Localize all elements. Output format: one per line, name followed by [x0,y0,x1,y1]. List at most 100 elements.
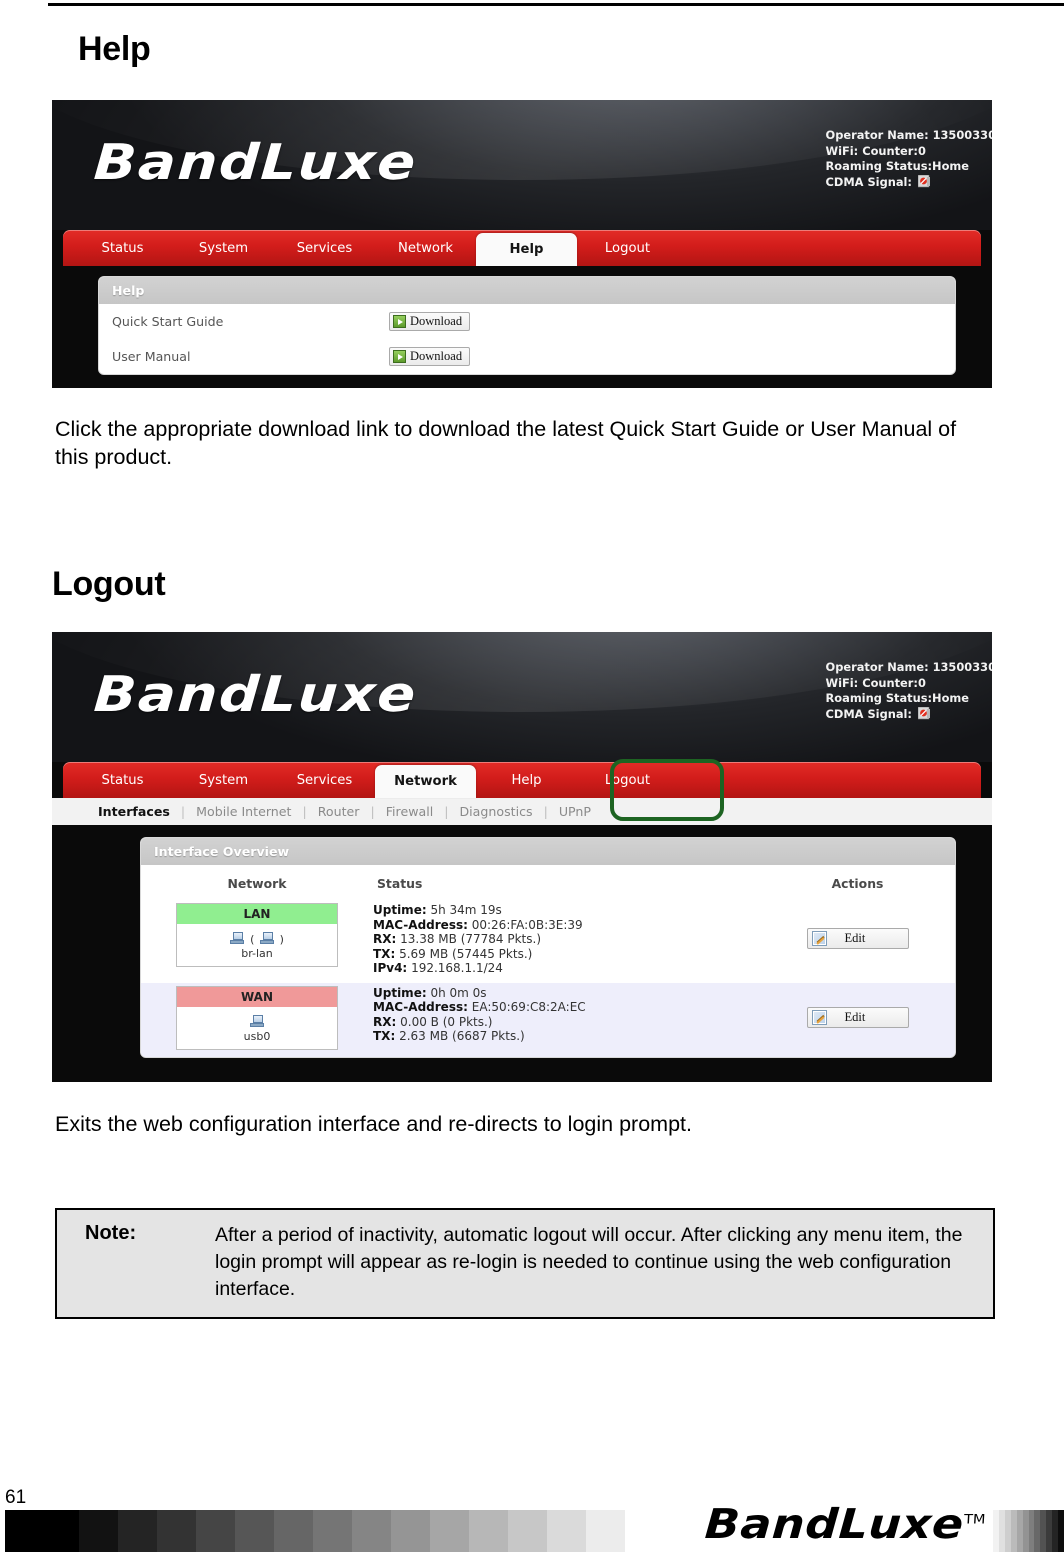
wifi-counter: WiFi: Counter:0 [825,143,926,158]
note-text: After a period of inactivity, automatic … [215,1224,963,1300]
edit-button-label: Edit [844,1009,866,1024]
device-name-wan: usb0 [243,1029,271,1043]
status-value: 5.69 MB (57445 Pkts.) [399,946,533,961]
nav-tab-services[interactable]: Services [274,230,375,266]
page-title-logout: Logout [52,565,166,603]
status-key: MAC-Address: [373,917,468,932]
nav-tab-status[interactable]: Status [72,230,173,266]
status-value: 5h 34m 19s [430,903,502,917]
logout-body-text: Exits the web configuration interface an… [55,1112,692,1136]
status-value: 2.63 MB (6687 Pkts.) [399,1029,525,1043]
pencil-edit-icon [811,1009,827,1025]
ethernet-icon [230,932,245,945]
actions-cell-lan: Edit [760,900,955,983]
page-title-help: Help [78,30,151,68]
interface-panel-outer: Interface Overview Network Status Action… [52,825,992,1076]
table-row: WAN usb0 Uptime: 0h 0m 0s MAC-Address: E… [141,982,955,1057]
netbox-body: ( ) br-lan [177,924,337,966]
status-line: RX: 13.38 MB (77784 Pkts.) [373,932,760,947]
nav-tab-system[interactable]: System [173,762,274,798]
subnav-item-interfaces[interactable]: Interfaces [98,804,181,819]
footer-logo-text: BandLuxe [703,1500,966,1548]
status-key: RX: [373,1014,397,1029]
help-panel-title: Help [99,277,955,304]
subnav-item-diagnostics[interactable]: Diagnostics [448,804,543,819]
status-key: IPv4: [373,961,408,975]
status-line: IPv4: 192.168.1.1/24 [373,961,760,976]
interface-icons-lan: ( ) [177,928,337,947]
download-button-label: Download [410,314,463,328]
edit-lan-button[interactable]: Edit [806,928,909,950]
bandluxe-logo: BandLuxe [92,666,419,723]
status-value: 00:26:FA:0B:3E:39 [471,917,583,932]
status-line: MAC-Address: 00:26:FA:0B:3E:39 [373,918,760,933]
nav-tab-network[interactable]: Network [375,230,476,266]
download-arrow-icon [393,315,406,328]
help-row-label: User Manual [112,349,191,364]
nav-tab-status[interactable]: Status [72,762,173,798]
status-value: 0.00 B (0 Pkts.) [400,1014,493,1029]
download-user-manual-button[interactable]: Download [389,347,471,366]
signal-bars-icon [917,706,931,720]
router-header-help: BandLuxe Operator Name: 13500330 WiFi: C… [52,100,992,230]
col-header-status: Status [377,876,423,891]
actions-cell-wan: Edit [760,983,955,1057]
status-value: 13.38 MB (77784 Pkts.) [400,932,542,946]
subnav-item-router[interactable]: Router [307,804,371,819]
nav-bar-wrap-logout: Status System Services Network Help Logo… [52,759,992,821]
zone-label-wan: WAN [177,986,337,1007]
grayscale-calibration-bar-left [5,1510,626,1552]
netbox-body: usb0 [177,1007,337,1049]
nav-tab-logout[interactable]: Logout [577,230,678,266]
network-cell-lan: LAN ( ) br-lan [141,900,373,983]
status-key: TX: [373,1029,396,1043]
ethernet-icon [259,932,275,945]
table-header-row: Network Status Actions [141,865,955,900]
operator-name: Operator Name: 13500330 [825,660,992,674]
sub-nav-network: Interfaces | Mobile Internet | Router | … [52,798,992,825]
operator-name: Operator Name: 13500330 [825,128,992,142]
interface-overview-table: Network Status Actions LAN () br-lan Up… [141,865,955,1057]
nav-tab-services[interactable]: Services [274,762,375,798]
help-body-text: Click the appropriate download link to d… [55,417,957,470]
status-value: EA:50:69:C8:2A:EC [471,1000,586,1014]
status-value: 0h 0m 0s [430,985,487,1000]
network-cell-wan: WAN usb0 [141,983,373,1057]
download-quick-start-guide-button[interactable]: Download [389,312,471,331]
page-number: 61 [5,1487,27,1508]
status-key: Uptime: [373,903,427,917]
help-row-user-manual: User Manual Download [99,339,955,374]
nav-tab-network[interactable]: Network [375,765,476,798]
nav-tab-logout[interactable]: Logout [577,762,678,798]
nav-bar-wrap-help: Status System Services Network Help Logo… [52,230,992,266]
table-row: LAN ( ) br-lan Uptime: 5h 34m 19s MAC-Ad… [141,900,955,983]
subnav-item-firewall[interactable]: Firewall [375,804,445,819]
cdma-signal: CDMA Signal: [826,174,992,191]
netbox-wan: WAN usb0 [176,985,338,1050]
status-key: Uptime: [373,985,427,1000]
subnav-item-upnp[interactable]: UPnP [548,804,602,819]
main-nav-help: Status System Services Network Help Logo… [63,230,981,266]
bandluxe-logo: BandLuxe [92,134,419,191]
status-line: Uptime: 5h 34m 19s [373,903,760,918]
subnav-item-mobile-internet[interactable]: Mobile Internet [185,804,302,819]
nav-tab-system[interactable]: System [173,230,274,266]
help-row-label: Quick Start Guide [112,314,224,329]
note-label: Note: [85,1222,137,1244]
edit-wan-button[interactable]: Edit [806,1006,909,1028]
wifi-counter: WiFi: Counter:0 [825,675,926,690]
col-header-network: Network [227,876,287,891]
download-button-label: Download [410,349,463,363]
nav-tab-help[interactable]: Help [476,233,577,266]
edit-button-label: Edit [844,931,866,946]
pencil-edit-icon [811,931,827,947]
status-key: TX: [373,946,396,961]
main-nav-logout: Status System Services Network Help Logo… [63,762,981,798]
page-top-rule [48,3,1064,6]
note-box: Note: After a period of inactivity, auto… [55,1208,995,1319]
nav-tab-help[interactable]: Help [476,762,577,798]
status-value: 192.168.1.1/24 [411,961,503,975]
help-panel-outer: Help Quick Start Guide Download User Man… [52,266,992,388]
signal-bars-icon [917,174,931,188]
router-header-logout: BandLuxe Operator Name: 13500330 WiFi: C… [52,632,992,762]
